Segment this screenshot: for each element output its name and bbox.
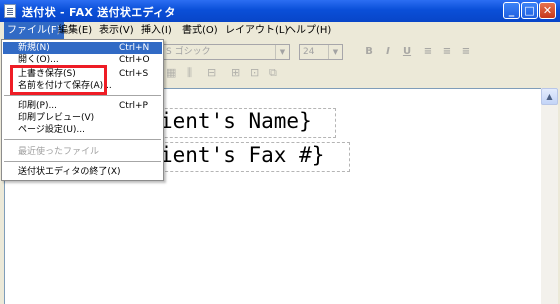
menu-edit[interactable]: 編集(E)	[55, 22, 95, 40]
menu-item-recent-files: 最近使ったファイル	[18, 147, 100, 157]
distribute-objects-icon[interactable]: ⊟	[207, 67, 221, 79]
bold-button[interactable]: B	[362, 45, 376, 59]
chevron-down-icon[interactable]: ▼	[275, 45, 289, 59]
maximize-button[interactable]: □	[521, 2, 538, 19]
align-center-icon[interactable]: ≡	[440, 45, 454, 59]
menu-separator	[4, 95, 161, 96]
font-name-combo[interactable]: S ゴシック ▼	[162, 44, 290, 60]
vertical-scrollbar[interactable]	[541, 88, 558, 304]
scroll-up-arrow-icon[interactable]: ▲	[541, 88, 558, 105]
menu-item-page-setup[interactable]: ページ設定(U)...	[3, 124, 162, 136]
menu-item-print[interactable]: 印刷(P)... Ctrl+P	[3, 100, 162, 112]
menu-item-print-preview[interactable]: 印刷プレビュー(V)	[3, 112, 162, 124]
grid-snap-icon[interactable]: ⊞	[231, 67, 245, 79]
window-title: 送付状 - FAX 送付状エディタ	[22, 6, 176, 19]
layout-tool-icon[interactable]: ▦	[166, 67, 178, 79]
menu-separator	[4, 139, 161, 140]
menu-layout[interactable]: レイアウト(L)	[222, 22, 291, 40]
underline-button[interactable]: U	[400, 45, 414, 59]
italic-button[interactable]: I	[381, 45, 395, 59]
menu-separator	[4, 161, 161, 162]
menu-insert[interactable]: 挿入(I)	[138, 22, 175, 40]
menu-item-new[interactable]: 新規(N) Ctrl+N	[3, 42, 162, 54]
annotation-highlight-box	[10, 65, 107, 95]
font-name-value: S ゴシック	[166, 47, 211, 57]
align-left-icon[interactable]: ≡	[421, 45, 435, 59]
font-size-value: 24	[303, 47, 315, 57]
menu-view[interactable]: 表示(V)	[96, 22, 137, 40]
recipient-name-field: ient's Name}	[160, 109, 312, 133]
menu-item-exit[interactable]: 送付状エディタの終了(X)	[3, 166, 162, 178]
app-document-icon	[4, 4, 16, 18]
group-objects-icon[interactable]: ⊡	[250, 67, 264, 79]
minimize-button[interactable]: _	[503, 2, 520, 19]
close-button[interactable]: ✕	[539, 2, 556, 19]
file-menu-dropdown: 新規(N) Ctrl+N 開く(O)... Ctrl+O 上書き保存(S) Ct…	[1, 39, 164, 181]
chevron-down-icon[interactable]: ▼	[328, 45, 342, 59]
menu-help[interactable]: ヘルプ(H)	[283, 22, 334, 40]
align-objects-icon[interactable]: ⫼	[187, 67, 201, 79]
order-objects-icon[interactable]: ⧉	[269, 67, 283, 79]
menu-format[interactable]: 書式(O)	[179, 22, 221, 40]
recipient-fax-field: ient's Fax #}	[160, 143, 325, 167]
align-right-icon[interactable]: ≡	[459, 45, 473, 59]
font-size-combo[interactable]: 24 ▼	[299, 44, 343, 60]
